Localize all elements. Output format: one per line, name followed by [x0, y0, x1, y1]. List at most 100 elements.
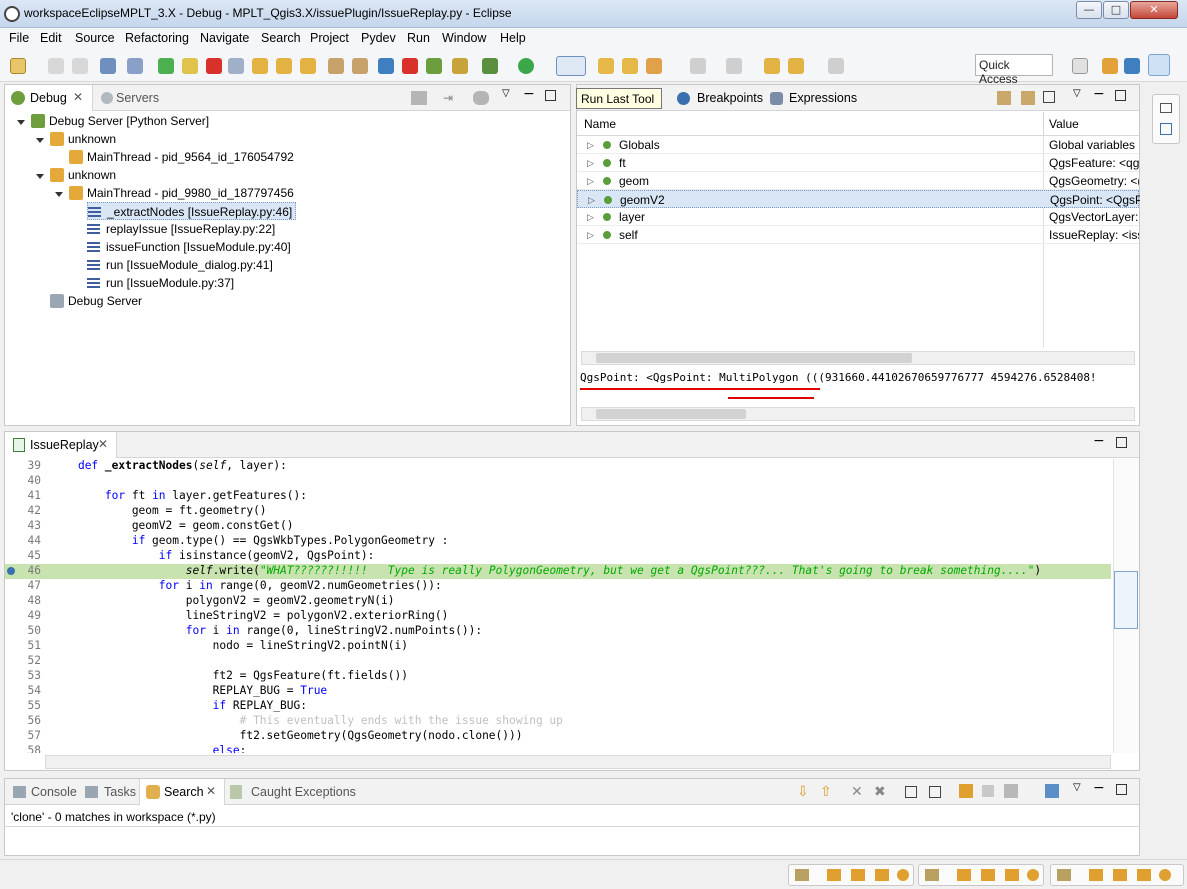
close-button[interactable]: ✕ [1130, 1, 1178, 19]
code-line[interactable]: 47 for i in range(0, geomV2.numGeometrie… [5, 579, 1111, 594]
tree-item-unknown[interactable]: unknown [50, 166, 116, 184]
tab-servers[interactable]: Servers [116, 91, 159, 105]
variable-row[interactable]: ▷ self IssueReplay: <iss [577, 226, 1139, 244]
remove-match-icon[interactable]: ✕ [851, 784, 863, 800]
code-line[interactable]: 39 def _extractNodes(self, layer): [5, 459, 1111, 474]
restore-icon[interactable] [925, 869, 939, 881]
wand-icon[interactable] [875, 869, 889, 881]
show-type-names-icon[interactable] [997, 91, 1011, 105]
cap-icon[interactable] [1113, 869, 1127, 881]
wand-icon[interactable] [1137, 869, 1151, 881]
restore-icon[interactable] [1057, 869, 1071, 881]
skip-breakpoints-icon[interactable] [127, 58, 143, 74]
cap-icon[interactable] [851, 869, 865, 881]
column-name[interactable]: Name [584, 117, 616, 131]
save-icon[interactable] [48, 58, 64, 74]
menu-run[interactable]: Run [407, 31, 430, 45]
maximize-view-icon[interactable] [1115, 90, 1126, 101]
code-line[interactable]: 54 REPLAY_BUG = True [5, 684, 1111, 699]
minimize-view-icon[interactable]: − [1093, 433, 1105, 449]
use-step-filters-icon[interactable] [352, 58, 368, 74]
code-line[interactable]: 52 [5, 654, 1111, 669]
stack-frame[interactable]: run [IssueModule_dialog.py:41] [87, 256, 273, 274]
maximize-view-icon[interactable] [1116, 437, 1127, 448]
remove-all-matches-icon[interactable]: ✖ [874, 784, 886, 800]
code-line[interactable]: 41 for ft in layer.getFeatures(): [5, 489, 1111, 504]
code-line[interactable]: 57 ft2.setGeometry(QgsGeometry(nodo.clon… [5, 729, 1111, 744]
tree-item-unknown[interactable]: unknown [50, 130, 116, 148]
open-folder-icon[interactable] [598, 58, 614, 74]
menu-window[interactable]: Window [442, 31, 486, 45]
restore-icon[interactable] [795, 869, 809, 881]
maximize-view-icon[interactable] [545, 90, 556, 101]
forward-icon[interactable] [828, 58, 844, 74]
refresh-icon[interactable] [959, 784, 973, 798]
book-icon[interactable] [957, 869, 971, 881]
tab-breakpoints[interactable]: Breakpoints [697, 91, 763, 105]
variable-row[interactable]: ▷ geom QgsGeometry: <( [577, 172, 1139, 190]
gear-icon[interactable] [1027, 869, 1039, 881]
view-menu-icon[interactable]: ▽ [1073, 782, 1081, 793]
code-line[interactable]: 49 lineStringV2 = polygonV2.exteriorRing… [5, 609, 1111, 624]
gear-icon[interactable] [1159, 869, 1171, 881]
thread-icon[interactable] [473, 91, 489, 105]
expand-all-icon[interactable] [905, 786, 917, 798]
menu-help[interactable]: Help [500, 31, 526, 45]
tree-item-debug-server-terminated[interactable]: Debug Server [50, 292, 142, 310]
detail-hscrollbar[interactable] [581, 407, 1135, 421]
java-perspective-icon[interactable] [1102, 58, 1118, 74]
remove-all-terminated-icon[interactable] [411, 91, 427, 105]
tab-caught-exceptions[interactable]: Caught Exceptions [251, 785, 356, 799]
view-menu-icon[interactable]: ▽ [502, 88, 510, 99]
menu-refactoring[interactable]: Refactoring [125, 31, 189, 45]
pydev-icon[interactable] [378, 58, 394, 74]
variables-hscrollbar[interactable] [581, 351, 1135, 365]
tab-issuereplay[interactable]: IssueReplay ✕ [5, 432, 117, 458]
new-icon[interactable] [10, 58, 26, 74]
python-run-icon[interactable] [426, 58, 442, 74]
close-icon[interactable]: ✕ [73, 90, 83, 104]
collapse-all-icon[interactable] [929, 786, 941, 798]
connect-icon[interactable]: ⇥ [443, 91, 457, 105]
minimize-button[interactable]: — [1076, 1, 1102, 19]
tree-item-debug-server[interactable]: Debug Server [Python Server] [31, 112, 209, 130]
collapse-all-icon[interactable] [1043, 91, 1055, 103]
step-into-icon[interactable] [252, 58, 268, 74]
minimize-view-icon[interactable]: − [1093, 780, 1105, 796]
quick-access-input[interactable]: Quick Access [975, 54, 1053, 86]
variable-row-selected[interactable]: ▷ geomV2 QgsPoint: <QgsP [577, 190, 1140, 208]
maximize-view-icon[interactable] [1116, 784, 1127, 795]
drop-frame-icon[interactable] [328, 58, 344, 74]
step-return-icon[interactable] [300, 58, 316, 74]
tab-tasks[interactable]: Tasks [104, 785, 136, 799]
restore-icon[interactable] [1160, 103, 1172, 113]
show-logical-structure-icon[interactable] [1021, 91, 1035, 105]
close-icon[interactable]: ✕ [206, 784, 216, 798]
close-icon[interactable]: ✕ [98, 437, 108, 451]
variable-row[interactable]: ▷ ft QgsFeature: <qg [577, 154, 1139, 172]
code-line[interactable]: 42 geom = ft.geometry() [5, 504, 1111, 519]
resume-icon[interactable] [158, 58, 174, 74]
code-line[interactable]: 58 else: [5, 744, 1111, 753]
scroll-thumb[interactable] [596, 409, 746, 419]
minimize-view-icon[interactable]: − [1093, 86, 1105, 102]
stop-icon[interactable] [402, 58, 418, 74]
scroll-thumb[interactable] [596, 353, 912, 363]
code-line[interactable]: 53 ft2 = QgsFeature(ft.fields()) [5, 669, 1111, 684]
tree-item-thread[interactable]: MainThread - pid_9564_id_176054792 [69, 148, 294, 166]
code-line[interactable]: 45 if isinstance(geomV2, QgsPoint): [5, 549, 1111, 564]
column-value[interactable]: Value [1049, 117, 1079, 131]
stack-frame[interactable]: run [IssueModule.py:37] [87, 274, 234, 292]
next-annotation-icon[interactable] [690, 58, 706, 74]
wand-icon[interactable] [1005, 869, 1019, 881]
debug-perspective-icon[interactable] [1148, 54, 1170, 76]
last-edit-icon[interactable] [764, 58, 780, 74]
editor-vscrollbar[interactable] [1113, 459, 1139, 753]
minimize-view-icon[interactable]: − [523, 86, 535, 102]
code-line[interactable]: 48 polygonV2 = geomV2.geometryN(i) [5, 594, 1111, 609]
open-type-icon[interactable] [452, 58, 468, 74]
book-icon[interactable] [1089, 869, 1103, 881]
menu-project[interactable]: Project [310, 31, 349, 45]
back-icon[interactable] [788, 58, 804, 74]
view-menu-icon[interactable]: ▽ [1073, 88, 1081, 99]
